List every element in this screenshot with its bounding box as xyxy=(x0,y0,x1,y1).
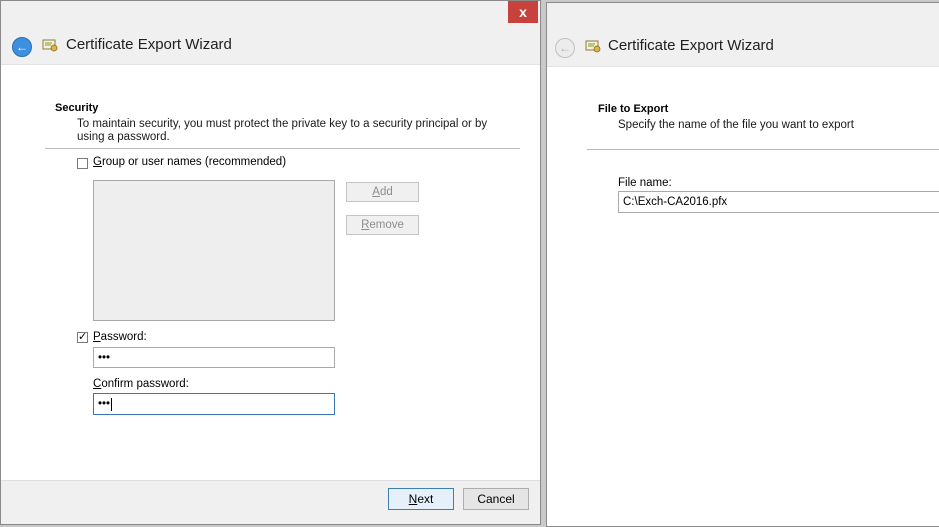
close-button[interactable]: x xyxy=(508,1,538,23)
text-caret xyxy=(111,397,113,411)
section-description: To maintain security, you must protect t… xyxy=(77,118,488,143)
password-field[interactable]: ••• xyxy=(93,347,335,368)
header-separator xyxy=(45,148,520,149)
back-arrow-icon[interactable]: ← xyxy=(555,38,575,58)
header-separator xyxy=(587,149,939,150)
window-title: Certificate Export Wizard xyxy=(608,37,774,54)
certificate-icon xyxy=(585,40,601,53)
section-title: Security xyxy=(55,102,99,114)
section-description: Specify the name of the file you want to… xyxy=(618,119,854,131)
password-label: Password: xyxy=(93,331,147,343)
remove-button[interactable]: Remove xyxy=(346,215,419,235)
cancel-button[interactable]: Cancel xyxy=(463,488,529,510)
title-bar: ← Certificate Export Wizard xyxy=(547,3,939,67)
password-value: ••• xyxy=(98,351,111,364)
wizard-footer: Next Cancel xyxy=(1,480,540,524)
back-arrow-icon[interactable]: ← xyxy=(12,37,32,57)
window-title: Certificate Export Wizard xyxy=(66,36,232,53)
file-name-field[interactable]: C:\Exch-CA2016.pfx xyxy=(618,191,939,213)
title-bar: ← Certificate Export Wizard x xyxy=(1,1,540,65)
confirm-password-value: ••• xyxy=(98,398,111,410)
section-title: File to Export xyxy=(598,103,669,115)
group-user-list[interactable] xyxy=(93,180,335,321)
wizard-window-right: ← Certificate Export Wizard File to Expo… xyxy=(546,2,939,527)
file-name-value: C:\Exch-CA2016.pfx xyxy=(623,196,728,208)
next-button[interactable]: Next xyxy=(388,488,454,510)
confirm-password-field[interactable]: ••• xyxy=(93,393,335,415)
confirm-password-label: Confirm password: xyxy=(93,378,189,390)
file-name-label: File name: xyxy=(618,177,672,189)
certificate-icon xyxy=(42,39,58,52)
add-button[interactable]: Add xyxy=(346,182,419,202)
group-checkbox[interactable] xyxy=(77,158,88,169)
wizard-window-left: ← Certificate Export Wizard x Security T… xyxy=(0,0,541,525)
password-checkbox[interactable]: ✓ xyxy=(77,332,88,343)
group-checkbox-label: Group or user names (recommended) xyxy=(93,156,287,168)
